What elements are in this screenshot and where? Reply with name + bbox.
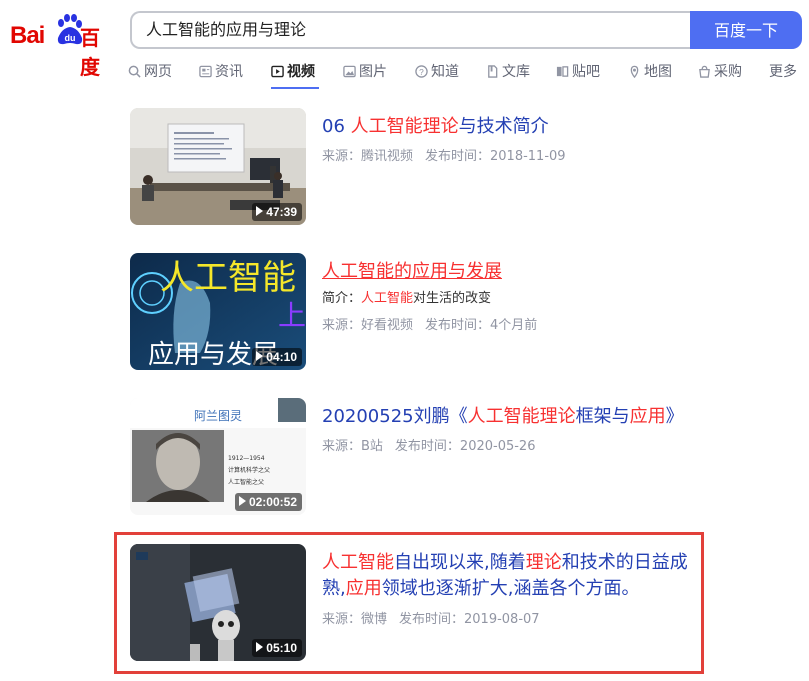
play-icon <box>238 496 246 506</box>
shopping-icon <box>699 65 710 78</box>
video-title-link[interactable]: 06 人工智能理论与技术简介 <box>322 114 702 140</box>
tab-0[interactable]: 网页 <box>128 62 172 84</box>
thumb-text-header: 阿兰图灵 <box>194 409 242 423</box>
tieba-icon <box>556 66 569 77</box>
video-meta: 来源：腾讯视频 发布时间：2018-11-09 <box>322 145 578 164</box>
question-icon: ? <box>415 65 428 78</box>
video-date: 发布时间：4个月前 <box>425 318 538 333</box>
search-button[interactable]: 百度一下 <box>690 11 802 49</box>
video-title-link[interactable]: 20200525刘鹏《人工智能理论框架与应用》 <box>322 404 702 430</box>
search-input[interactable] <box>146 13 676 47</box>
video-source: 来源：好看视频 <box>322 318 414 333</box>
baidu-logo[interactable]: Bai du 百度 <box>8 14 114 79</box>
duration-badge: 47:39 <box>252 203 302 221</box>
tab-label: 网页 <box>144 64 172 80</box>
search-box <box>130 11 690 49</box>
play-icon <box>256 351 264 361</box>
news-icon <box>199 65 212 78</box>
image-icon <box>343 65 356 78</box>
tab-3[interactable]: 图片 <box>343 62 387 84</box>
logo-text-du: du <box>65 33 76 43</box>
video-icon <box>271 65 284 78</box>
duration-badge: 04:10 <box>252 348 302 366</box>
document-icon <box>488 65 498 78</box>
tab-label: 采购 <box>714 64 742 80</box>
tab-label: 图片 <box>359 64 387 80</box>
tab-7[interactable]: 地图 <box>628 62 672 84</box>
video-brief: 简介：人工智能对生活的改变 <box>322 291 492 306</box>
thumb-text-line1: 人工智能 <box>160 258 296 298</box>
thumb-text-line2: 上 <box>278 299 306 332</box>
tab-9[interactable]: 更多 <box>769 62 797 84</box>
svg-text:?: ? <box>419 67 424 77</box>
logo-text-bai: Bai <box>10 22 45 49</box>
tab-label: 地图 <box>644 64 672 80</box>
play-icon <box>256 206 264 216</box>
tab-label: 知道 <box>431 64 459 80</box>
video-meta: 来源：好看视频 发布时间：4个月前 <box>322 314 549 333</box>
logo-text-cn: 百度 <box>80 26 100 79</box>
tab-2[interactable]: 视频 <box>271 62 315 84</box>
video-title-link[interactable]: 人工智能的应用与发展 <box>322 259 702 285</box>
video-thumbnail[interactable]: 人工智能 上 应用与发展 04:10 <box>130 253 306 370</box>
tab-label: 贴吧 <box>572 64 600 80</box>
map-pin-icon <box>630 65 639 78</box>
video-date: 发布时间：2020-05-26 <box>394 439 536 454</box>
video-thumbnail[interactable]: 阿兰图灵 1912—1954 计算机科学之父 人工智能之父 02:00:52 <box>130 398 306 515</box>
tab-5[interactable]: 文库 <box>486 62 530 84</box>
tab-8[interactable]: 采购 <box>698 62 742 84</box>
tab-label: 文库 <box>502 64 530 80</box>
tab-label: 资讯 <box>215 64 243 80</box>
tab-label: 视频 <box>287 64 315 80</box>
duration-badge: 02:00:52 <box>234 493 302 511</box>
video-source: 来源：腾讯视频 <box>322 149 414 164</box>
thumb-text-l2: 计算机科学之父 <box>228 466 270 474</box>
thumb-text-l3: 人工智能之父 <box>228 478 264 486</box>
annotation-highlight-box <box>114 532 704 674</box>
video-thumbnail[interactable]: 47:39 <box>130 108 306 225</box>
tab-1[interactable]: 资讯 <box>199 62 243 84</box>
video-meta: 来源：B站 发布时间：2020-05-26 <box>322 435 547 454</box>
video-source: 来源：B站 <box>322 439 383 454</box>
tab-4[interactable]: ? 知道 <box>415 62 459 84</box>
video-date: 发布时间：2018-11-09 <box>425 149 566 164</box>
tab-label: 更多 <box>769 64 797 80</box>
active-tab-underline <box>271 87 319 89</box>
tab-6[interactable]: 贴吧 <box>556 62 600 84</box>
thumb-text-l1: 1912—1954 <box>228 455 265 462</box>
search-icon <box>128 65 141 78</box>
